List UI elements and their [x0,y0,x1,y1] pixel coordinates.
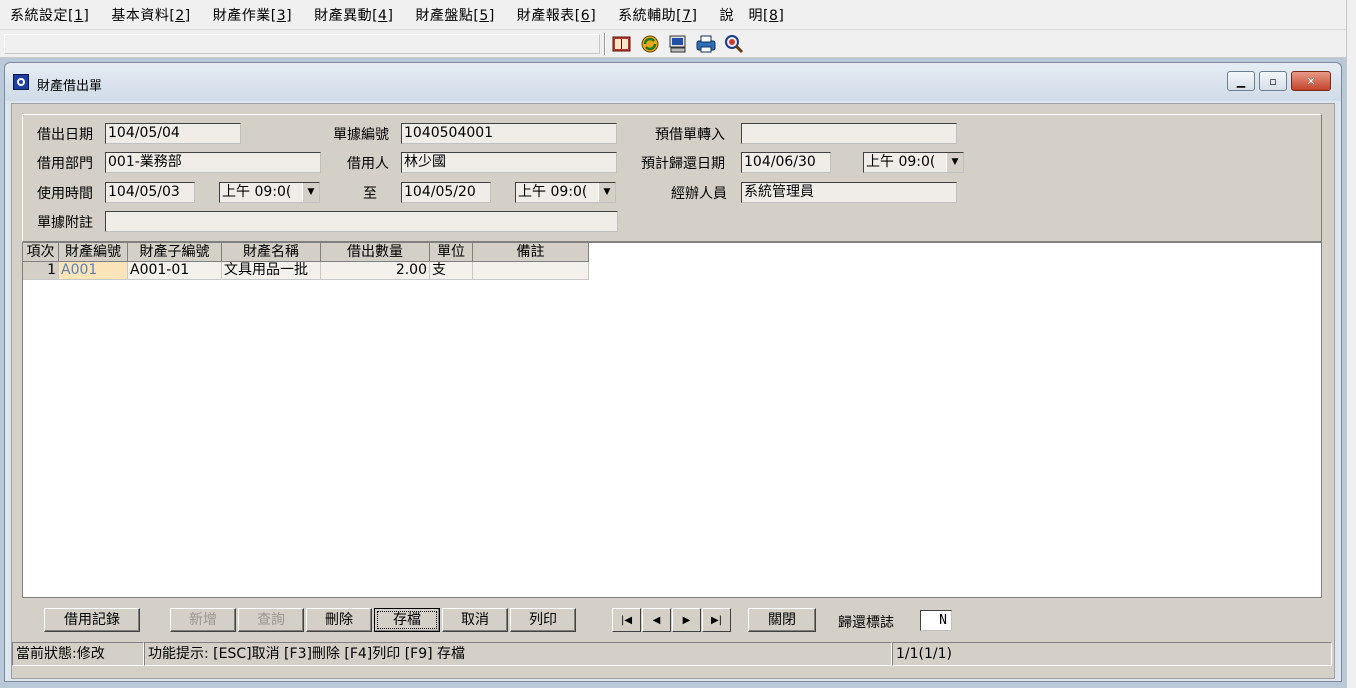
menu-help[interactable]: 說 明[8] [720,5,785,25]
app-icon [13,74,29,90]
menu-system-settings[interactable]: 系統設定[1] [10,5,89,25]
menu-system-tools[interactable]: 系統輔助[7] [618,5,697,25]
status-record-counter: 1/1(1/1) [892,642,1332,666]
restore-button[interactable]: ▫ [1259,71,1287,91]
history-button[interactable]: 借用記錄 [44,608,140,632]
toolbar-separator [604,33,606,55]
cancel-button[interactable]: 取消 [442,608,508,632]
menu-asset-inventory[interactable]: 財產盤點[5] [415,5,494,25]
window-title: 財產借出單 [37,79,103,94]
col-header-unit[interactable]: 單位 [430,243,473,262]
use-end-time-select[interactable]: 上午 09:0( ▼ [515,182,616,203]
right-edge-panel [1346,0,1356,688]
note-field[interactable] [105,211,618,232]
status-hint: 功能提示: [ESC]取消 [F3]刪除 [F4]列印 [F9] 存檔 [144,642,892,666]
handler-field[interactable]: 系統管理員 [741,182,957,203]
table-row-asset-name[interactable]: 文具用品一批 [222,262,321,280]
table-row-quantity[interactable]: 2.00 [321,262,430,280]
dept-label: 借用部門 [37,156,93,172]
doc-no-label: 單據編號 [333,127,389,143]
doc-no-field[interactable]: 1040504001 [401,123,617,144]
window-client-area: 借出日期 104/05/04 單據編號 1040504001 預借單轉入 借用部… [11,103,1335,679]
col-header-quantity[interactable]: 借出數量 [321,243,430,262]
chevron-down-icon[interactable]: ▼ [598,183,615,202]
use-start-time-value: 上午 09:0( [222,184,292,200]
table-row-asset-no[interactable]: A001 [59,262,128,280]
use-end-time-value: 上午 09:0( [518,184,588,200]
menu-asset-operations[interactable]: 財產作業[3] [213,5,292,25]
computer-icon[interactable] [666,33,690,55]
return-date-label: 預計歸還日期 [641,156,725,172]
asset-loan-window: 財產借出單 ▁ ▫ ✕ 借出日期 104/05/04 單據編號 10405040… [4,62,1342,682]
col-header-remark[interactable]: 備註 [473,243,589,262]
to-label: 至 [363,186,377,202]
menu-bar: 系統設定[1] 基本資料[2] 財產作業[3] 財產異動[4] 財產盤點[5] … [0,0,1346,30]
print-button[interactable]: 列印 [510,608,576,632]
first-record-button[interactable]: |◀ [612,608,641,632]
return-time-value: 上午 09:0( [866,154,936,170]
status-bar: 當前狀態:修改 功能提示: [ESC]取消 [F3]刪除 [F4]列印 [F9]… [12,642,1334,666]
handler-label: 經辦人員 [671,186,727,202]
loan-date-field[interactable]: 104/05/04 [105,123,241,144]
close-button[interactable]: 關閉 [748,608,816,632]
items-grid[interactable]: 項次 財產編號 財產子編號 財產名稱 借出數量 單位 備註 1 A001 A00… [22,242,1322,598]
close-window-button[interactable]: ✕ [1291,71,1331,91]
use-start-date-field[interactable]: 104/05/03 [105,182,195,203]
return-time-select[interactable]: 上午 09:0( ▼ [863,152,964,173]
save-button[interactable]: 存檔 [374,608,440,632]
col-header-seq[interactable]: 項次 [23,243,59,262]
return-flag-label: 歸還標誌 [838,615,894,631]
toolbar-empty-area [4,34,600,54]
window-titlebar[interactable]: 財產借出單 ▁ ▫ ✕ [5,63,1341,101]
borrower-field[interactable]: 林少國 [401,152,617,173]
table-row-sub-no[interactable]: A001-01 [128,262,222,280]
book-icon[interactable] [610,33,634,55]
form-panel: 借出日期 104/05/04 單據編號 1040504001 預借單轉入 借用部… [22,114,1322,242]
table-row-unit[interactable]: 支 [430,262,473,280]
use-time-label: 使用時間 [37,186,93,202]
refresh-icon[interactable] [638,33,662,55]
note-label: 單據附註 [37,215,93,231]
query-button[interactable]: 查詢 [238,608,304,632]
delete-button[interactable]: 刪除 [306,608,372,632]
chevron-down-icon[interactable]: ▼ [302,183,319,202]
use-end-date-field[interactable]: 104/05/20 [401,182,491,203]
next-record-button[interactable]: ▶ [672,608,701,632]
last-record-button[interactable]: ▶| [702,608,731,632]
col-header-asset-name[interactable]: 財產名稱 [222,243,321,262]
dept-field[interactable]: 001-業務部 [105,152,321,173]
printer-icon[interactable] [694,33,718,55]
table-row-seq[interactable]: 1 [23,262,59,280]
toolbar [0,30,1346,58]
minimize-button[interactable]: ▁ [1227,71,1255,91]
search-icon[interactable] [722,33,746,55]
prev-record-button[interactable]: ◀ [642,608,671,632]
table-row-remark[interactable] [473,262,589,280]
pre-loan-label: 預借單轉入 [655,127,725,143]
add-button[interactable]: 新增 [170,608,236,632]
menu-basic-data[interactable]: 基本資料[2] [111,5,190,25]
return-flag-field[interactable]: N [920,610,952,631]
menu-asset-reports[interactable]: 財產報表[6] [517,5,596,25]
col-header-sub-no[interactable]: 財產子編號 [128,243,222,262]
return-date-field[interactable]: 104/06/30 [741,152,831,173]
use-start-time-select[interactable]: 上午 09:0( ▼ [219,182,320,203]
pre-loan-field[interactable] [741,123,957,144]
menu-asset-changes[interactable]: 財產異動[4] [314,5,393,25]
borrower-label: 借用人 [347,156,389,172]
chevron-down-icon[interactable]: ▼ [946,153,963,172]
col-header-asset-no[interactable]: 財產編號 [59,243,128,262]
status-state: 當前狀態:修改 [12,642,144,666]
loan-date-label: 借出日期 [37,127,93,143]
